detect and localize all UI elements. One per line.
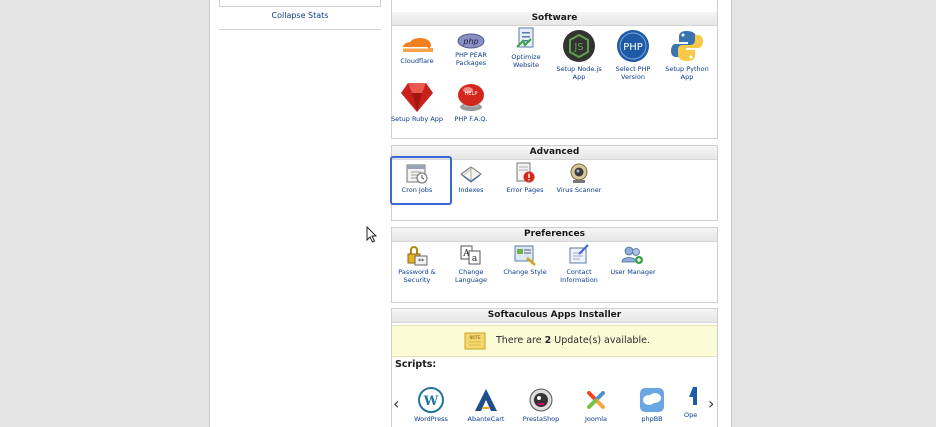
phpbb-icon: [640, 388, 664, 412]
prestashop-icon: [529, 388, 553, 412]
updates-notice: NOTE There are 2 Update(s) available.: [392, 325, 717, 357]
help-button-icon: HELP: [458, 84, 484, 111]
contact-information-label: Contact Information: [560, 268, 598, 284]
stats-box: [219, 0, 381, 7]
script-prestashop[interactable]: PrestaShop: [514, 387, 568, 423]
script-phpbb[interactable]: phpBB: [625, 387, 679, 423]
preferences-title: Preferences: [392, 228, 717, 242]
php-pear-item[interactable]: php PHP PEAR Packages: [444, 33, 498, 67]
cron-jobs-item[interactable]: Cron Jobs: [390, 156, 452, 205]
setup-nodejs-item[interactable]: JS Setup Node.js App: [552, 29, 606, 81]
password-security-label: Password & Security: [398, 268, 436, 284]
style-icon: [514, 245, 536, 266]
optimize-website-label: Optimize Website: [511, 53, 541, 69]
softaculous-title: Softaculous Apps Installer: [392, 309, 717, 323]
php-faq-label: PHP F.A.Q.: [454, 115, 488, 123]
virus-scanner-item[interactable]: Virus Scanner: [552, 162, 606, 194]
script-joomla-label: Joomla: [585, 415, 607, 423]
error-pages-label: Error Pages: [506, 186, 544, 194]
users-icon: [621, 246, 643, 264]
optimize-icon: [516, 27, 534, 48]
note-icon: NOTE: [464, 332, 486, 350]
script-abantecart[interactable]: AbanteCart: [459, 387, 513, 423]
script-partial-item[interactable]: Ope: [682, 385, 718, 419]
nodejs-icon: JS: [563, 30, 595, 62]
indexes-item[interactable]: Indexes: [444, 162, 498, 194]
php-faq-item[interactable]: HELP PHP F.A.Q.: [444, 81, 498, 123]
left-divider: [219, 29, 381, 30]
svg-text:a: a: [472, 254, 478, 264]
change-style-item[interactable]: Change Style: [498, 244, 552, 276]
password-security-item[interactable]: ** Password & Security: [390, 244, 444, 284]
left-column: Collapse Stats: [219, 0, 381, 30]
contact-icon: [569, 244, 589, 264]
abantecart-icon: [475, 389, 497, 411]
wordpress-icon: W: [418, 387, 444, 413]
user-manager-item[interactable]: User Manager: [606, 244, 660, 276]
notice-prefix: There are: [496, 335, 545, 346]
error-pages-item[interactable]: Error Pages: [498, 162, 552, 194]
setup-nodejs-label: Setup Node.js App: [556, 65, 602, 81]
svg-text:HELP: HELP: [465, 91, 478, 97]
joomla-icon: [587, 391, 605, 409]
indexes-label: Indexes: [458, 186, 484, 194]
contact-information-item[interactable]: Contact Information: [552, 244, 606, 284]
book-icon: [460, 166, 482, 183]
select-php-version-label: Select PHP Version: [615, 65, 651, 81]
virus-scanner-label: Virus Scanner: [556, 186, 602, 194]
change-language-label: Change Language: [454, 268, 488, 284]
mouse-cursor-icon: [366, 226, 378, 243]
script-joomla[interactable]: Joomla: [569, 387, 623, 423]
notice-suffix: Update(s) available.: [551, 335, 650, 346]
updates-notice-text[interactable]: There are 2 Update(s) available.: [496, 335, 650, 346]
software-title: Software: [392, 12, 717, 26]
cron-jobs-highlight: [390, 156, 452, 205]
partial-app-icon: [689, 387, 697, 405]
preferences-panel: Preferences ** Password & Security A a C…: [391, 227, 718, 303]
note-label: NOTE: [469, 335, 481, 340]
scroll-left-arrow[interactable]: ‹: [393, 394, 399, 413]
cloudflare-item[interactable]: Cloudflare: [390, 33, 444, 65]
script-phpbb-label: phpBB: [641, 415, 663, 423]
script-partial-label: Ope: [684, 411, 698, 419]
user-manager-label: User Manager: [610, 268, 656, 276]
setup-ruby-item[interactable]: Setup Ruby App: [390, 81, 444, 123]
change-style-label: Change Style: [503, 268, 547, 276]
software-panel: Software Cloudflare php PHP PEAR Package…: [391, 0, 718, 139]
ruby-icon: [401, 83, 433, 112]
python-icon: [671, 31, 703, 61]
svg-text:**: **: [418, 258, 424, 265]
cpanel-main-page: Collapse Stats Software Cloudflare php P…: [209, 0, 732, 427]
php-pear-icon: php: [457, 33, 485, 49]
language-icon: A a: [460, 245, 481, 265]
setup-python-item[interactable]: Setup Python App: [660, 29, 714, 81]
advanced-panel: Advanced Cron Jobs Indexes Error Pages V…: [390, 145, 718, 221]
php-pear-label: PHP PEAR Packages: [455, 51, 487, 67]
svg-text:php: php: [462, 37, 478, 46]
select-php-version-item[interactable]: PHP Select PHP Version: [606, 29, 660, 81]
scripts-label: Scripts:: [395, 359, 437, 370]
cloudflare-icon: [402, 38, 433, 52]
cloudflare-label: Cloudflare: [400, 57, 434, 65]
optimize-website-item[interactable]: Optimize Website: [499, 27, 553, 69]
svg-text:W: W: [423, 394, 439, 409]
setup-python-label: Setup Python App: [665, 65, 709, 81]
php-icon: PHP: [617, 30, 649, 62]
collapse-stats-link[interactable]: Collapse Stats: [219, 11, 381, 20]
svg-text:JS: JS: [573, 42, 583, 53]
lock-icon: **: [407, 246, 428, 266]
softaculous-panel: Softaculous Apps Installer NOTE There ar…: [391, 308, 718, 427]
setup-ruby-label: Setup Ruby App: [390, 115, 444, 123]
script-prestashop-label: PrestaShop: [522, 415, 560, 423]
error-page-icon: [516, 162, 535, 183]
script-wordpress-label: WordPress: [414, 415, 448, 423]
change-language-item[interactable]: A a Change Language: [444, 244, 498, 284]
script-wordpress[interactable]: W WordPress: [404, 387, 458, 423]
scanner-icon: [570, 163, 588, 183]
script-abantecart-label: AbanteCart: [467, 415, 505, 423]
svg-text:PHP: PHP: [623, 42, 643, 53]
